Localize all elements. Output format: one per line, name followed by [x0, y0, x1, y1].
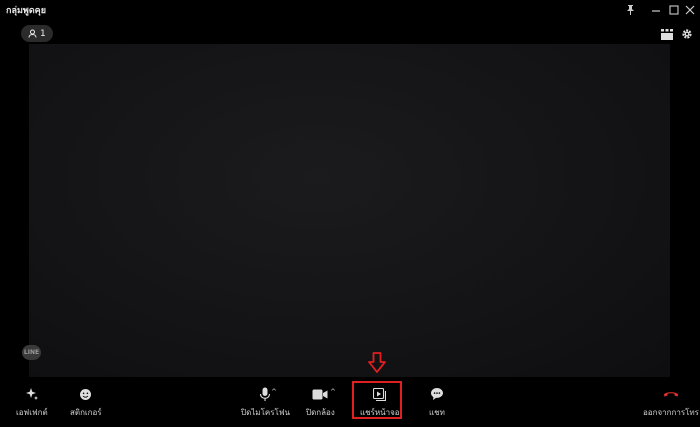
effects-label: เอฟเฟกต์ — [16, 408, 48, 417]
video-camera-icon — [312, 389, 328, 399]
grid-layout-icon — [661, 28, 673, 40]
leave-call-label: ออกจากการโทร — [643, 408, 699, 417]
maximize-icon — [669, 5, 679, 15]
participants-button[interactable]: 1 — [21, 25, 53, 42]
hang-up-icon — [663, 392, 678, 397]
effects-button[interactable]: เอฟเฟกต์ — [16, 386, 48, 419]
call-toolbar: เอฟเฟกต์ สติกเกอร์ ปิดไมโครโฟน ^ ปิดกล้อ… — [0, 377, 700, 427]
title-bar: กลุ่มพูดคุย — [0, 0, 700, 20]
stickers-label: สติกเกอร์ — [70, 408, 102, 417]
close-button[interactable] — [679, 0, 700, 20]
window-title: กลุ่มพูดคุย — [6, 6, 46, 16]
participant-count: 1 — [40, 28, 46, 39]
stickers-button[interactable]: สติกเกอร์ — [70, 386, 102, 419]
down-arrow-annotation-icon — [368, 352, 386, 373]
chat-bubble-icon — [430, 388, 443, 400]
mic-options-chevron-icon[interactable]: ^ — [271, 388, 277, 396]
camera-options-chevron-icon[interactable]: ^ — [330, 388, 336, 396]
video-area — [29, 44, 670, 377]
pin-button[interactable] — [619, 0, 641, 20]
microphone-icon — [260, 387, 271, 401]
minimize-icon — [652, 10, 660, 12]
pin-icon — [626, 5, 634, 15]
mic-label: ปิดไมโครโฟน — [241, 408, 290, 417]
sparkle-icon — [25, 388, 38, 400]
settings-button[interactable] — [680, 27, 694, 41]
share-screen-highlight-box — [352, 381, 402, 419]
chat-button[interactable]: แชท — [429, 386, 445, 419]
layout-button[interactable] — [660, 27, 674, 41]
chat-label: แชท — [429, 408, 445, 417]
camera-label: ปิดกล้อง — [306, 408, 335, 417]
line-logo: LINE — [22, 345, 41, 360]
close-icon — [685, 5, 695, 15]
gear-icon — [682, 29, 692, 39]
leave-call-button[interactable]: ออกจากการโทร — [643, 386, 699, 419]
mic-button[interactable]: ปิดไมโครโฟน — [241, 386, 290, 419]
person-icon — [28, 29, 37, 38]
sticker-icon — [80, 388, 92, 400]
